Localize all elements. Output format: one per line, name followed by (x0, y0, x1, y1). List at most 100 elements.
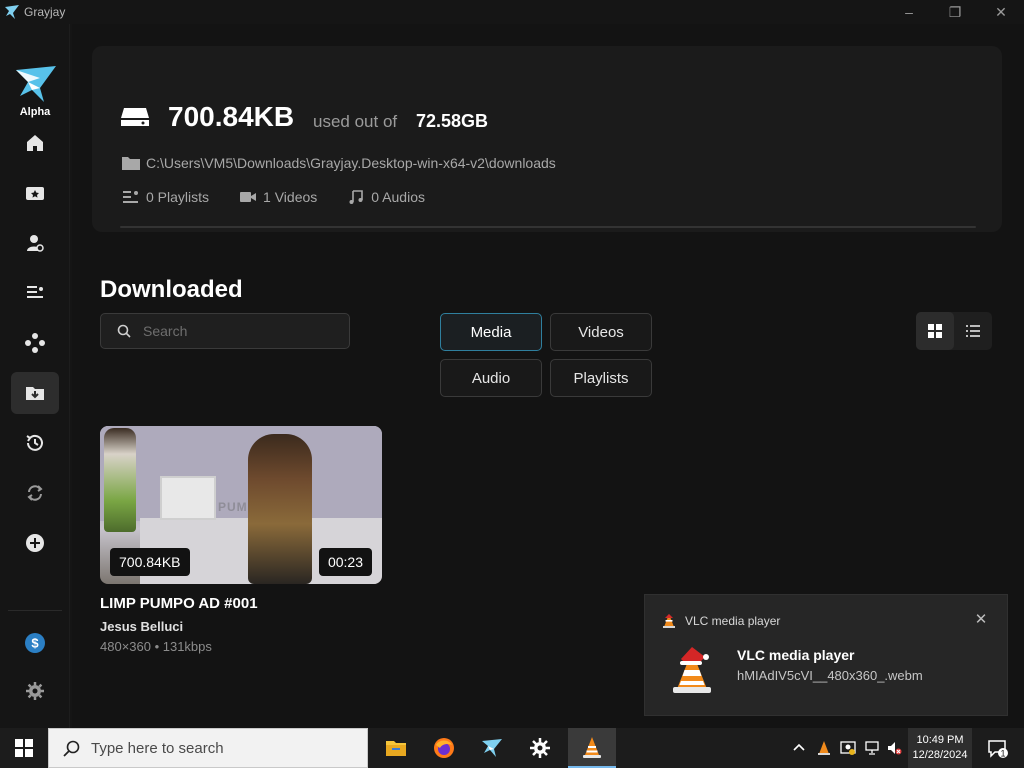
notification-app-name: VLC media player (685, 614, 781, 628)
search-input[interactable] (143, 323, 333, 339)
clock-date: 12/28/2024 (912, 749, 968, 761)
thumbnail-person-left (104, 428, 136, 532)
filter-audio-button[interactable]: Audio (440, 359, 542, 397)
stat-videos: 1 Videos (239, 189, 317, 205)
taskbar-grayjay[interactable] (468, 728, 516, 768)
chevron-up-icon (793, 743, 805, 751)
subscriptions-icon (26, 187, 44, 200)
minimize-button[interactable]: – (886, 0, 932, 24)
search-icon (63, 740, 80, 757)
sidebar-item-add[interactable] (11, 522, 59, 564)
notification-body: hMIAdIV5cVI__480x360_.webm (737, 668, 923, 683)
playlists-icon (27, 286, 43, 298)
security-tray-icon (840, 741, 856, 755)
taskbar-clock[interactable]: 10:49 PM 12/28/2024 (908, 728, 972, 768)
taskbar-settings[interactable] (516, 728, 564, 768)
window-title: Grayjay (24, 5, 66, 19)
notification-title: VLC media player (737, 647, 855, 663)
list-view-button[interactable] (954, 312, 992, 350)
storage-used-label: used out of (313, 112, 398, 131)
download-stats: 0 Playlists 1 Videos 0 Audios (122, 189, 455, 205)
size-badge: 700.84KB (110, 548, 190, 576)
media-author[interactable]: Jesus Belluci (100, 619, 382, 634)
grid-view-button[interactable] (916, 312, 954, 350)
sidebar-item-sources[interactable] (11, 322, 59, 364)
donate-label: $ (31, 636, 39, 651)
notification-icon: 1 (988, 740, 1008, 759)
sidebar-item-history[interactable] (11, 422, 59, 464)
storage-card: 700.84KB used out of 72.58GB C:\Users\VM… (92, 46, 1002, 232)
storage-progress-bar (120, 226, 976, 228)
grayjay-logo-icon (5, 5, 19, 19)
notification-count: 1 (1000, 749, 1005, 759)
add-icon (26, 534, 44, 552)
thumbnail-computer (160, 476, 216, 520)
taskbar-search[interactable]: Type here to search (48, 728, 368, 768)
network-icon (865, 741, 879, 755)
tray-expand-button[interactable] (790, 728, 808, 768)
view-toggle (916, 312, 992, 350)
sync-icon (27, 485, 43, 501)
vlc-notification[interactable]: VLC media player ✕ VLC media player hMIA… (644, 594, 1008, 716)
file-explorer-icon (386, 741, 406, 756)
history-icon (26, 434, 43, 451)
donate-icon: $ (25, 633, 45, 653)
tray-network[interactable] (862, 728, 882, 768)
close-button[interactable]: ✕ (978, 0, 1024, 24)
settings-gear-icon (530, 738, 550, 758)
maximize-button[interactable]: ❐ (932, 0, 978, 24)
tray-volume[interactable] (884, 728, 904, 768)
sidebar-item-home[interactable] (11, 122, 59, 164)
download-path-text: C:\Users\VM5\Downloads\Grayjay.Desktop-w… (146, 155, 556, 171)
notification-close-button[interactable]: ✕ (973, 611, 989, 628)
notification-header: VLC media player (661, 613, 780, 629)
downloads-icon (26, 387, 44, 400)
taskbar-file-explorer[interactable] (372, 728, 420, 768)
list-icon (966, 325, 980, 337)
stat-videos-label: 1 Videos (263, 189, 318, 205)
drive-icon (121, 108, 149, 126)
taskbar-search-placeholder: Type here to search (91, 739, 224, 757)
music-note-icon (349, 190, 364, 204)
media-thumbnail[interactable]: PUMPO 700.84KB 00:23 (100, 426, 382, 584)
vlc-small-icon (663, 614, 675, 628)
grayjay-logo[interactable] (14, 64, 58, 104)
home-icon (27, 135, 43, 151)
sidebar-divider (8, 610, 62, 611)
folder-icon (122, 157, 140, 170)
grid-icon (928, 324, 942, 338)
filter-playlists-button[interactable]: Playlists (550, 359, 652, 397)
settings-icon (26, 682, 44, 700)
sidebar-item-sync[interactable] (11, 472, 59, 514)
stat-playlists-label: 0 Playlists (146, 189, 210, 205)
sidebar-item-settings[interactable] (11, 670, 59, 712)
volume-muted-icon (888, 742, 902, 755)
tray-security[interactable] (838, 728, 858, 768)
creators-icon (27, 235, 44, 252)
sidebar-item-creators[interactable] (11, 222, 59, 264)
filter-videos-button[interactable]: Videos (550, 313, 652, 351)
vlc-icon (583, 737, 601, 758)
logo-label: Alpha (19, 106, 51, 118)
action-center-button[interactable]: 1 (980, 728, 1014, 768)
duration-badge: 00:23 (318, 548, 372, 576)
tray-vlc[interactable] (814, 728, 834, 768)
search-box[interactable] (100, 313, 350, 349)
firefox-icon (434, 738, 454, 758)
filter-media-button[interactable]: Media (440, 313, 542, 351)
download-path: C:\Users\VM5\Downloads\Grayjay.Desktop-w… (122, 155, 556, 171)
storage-total-value: 72.58GB (416, 111, 489, 131)
vlc-tray-icon (818, 741, 830, 755)
sidebar-item-subscriptions[interactable] (11, 172, 59, 214)
clock-time: 10:49 PM (916, 734, 964, 746)
start-button[interactable] (0, 728, 48, 768)
media-title[interactable]: LIMP PUMPO AD #001 (100, 595, 382, 612)
sidebar-item-downloads[interactable] (11, 372, 59, 414)
media-card[interactable]: PUMPO 700.84KB 00:23 LIMP PUMPO AD #001 … (100, 426, 382, 654)
sidebar-item-playlists[interactable] (11, 272, 59, 314)
taskbar-vlc[interactable] (568, 728, 616, 768)
storage-used-value: 700.84KB (168, 101, 295, 132)
sidebar-item-donate[interactable]: $ (11, 622, 59, 664)
stat-audios: 0 Audios (347, 189, 425, 205)
taskbar-firefox[interactable] (420, 728, 468, 768)
